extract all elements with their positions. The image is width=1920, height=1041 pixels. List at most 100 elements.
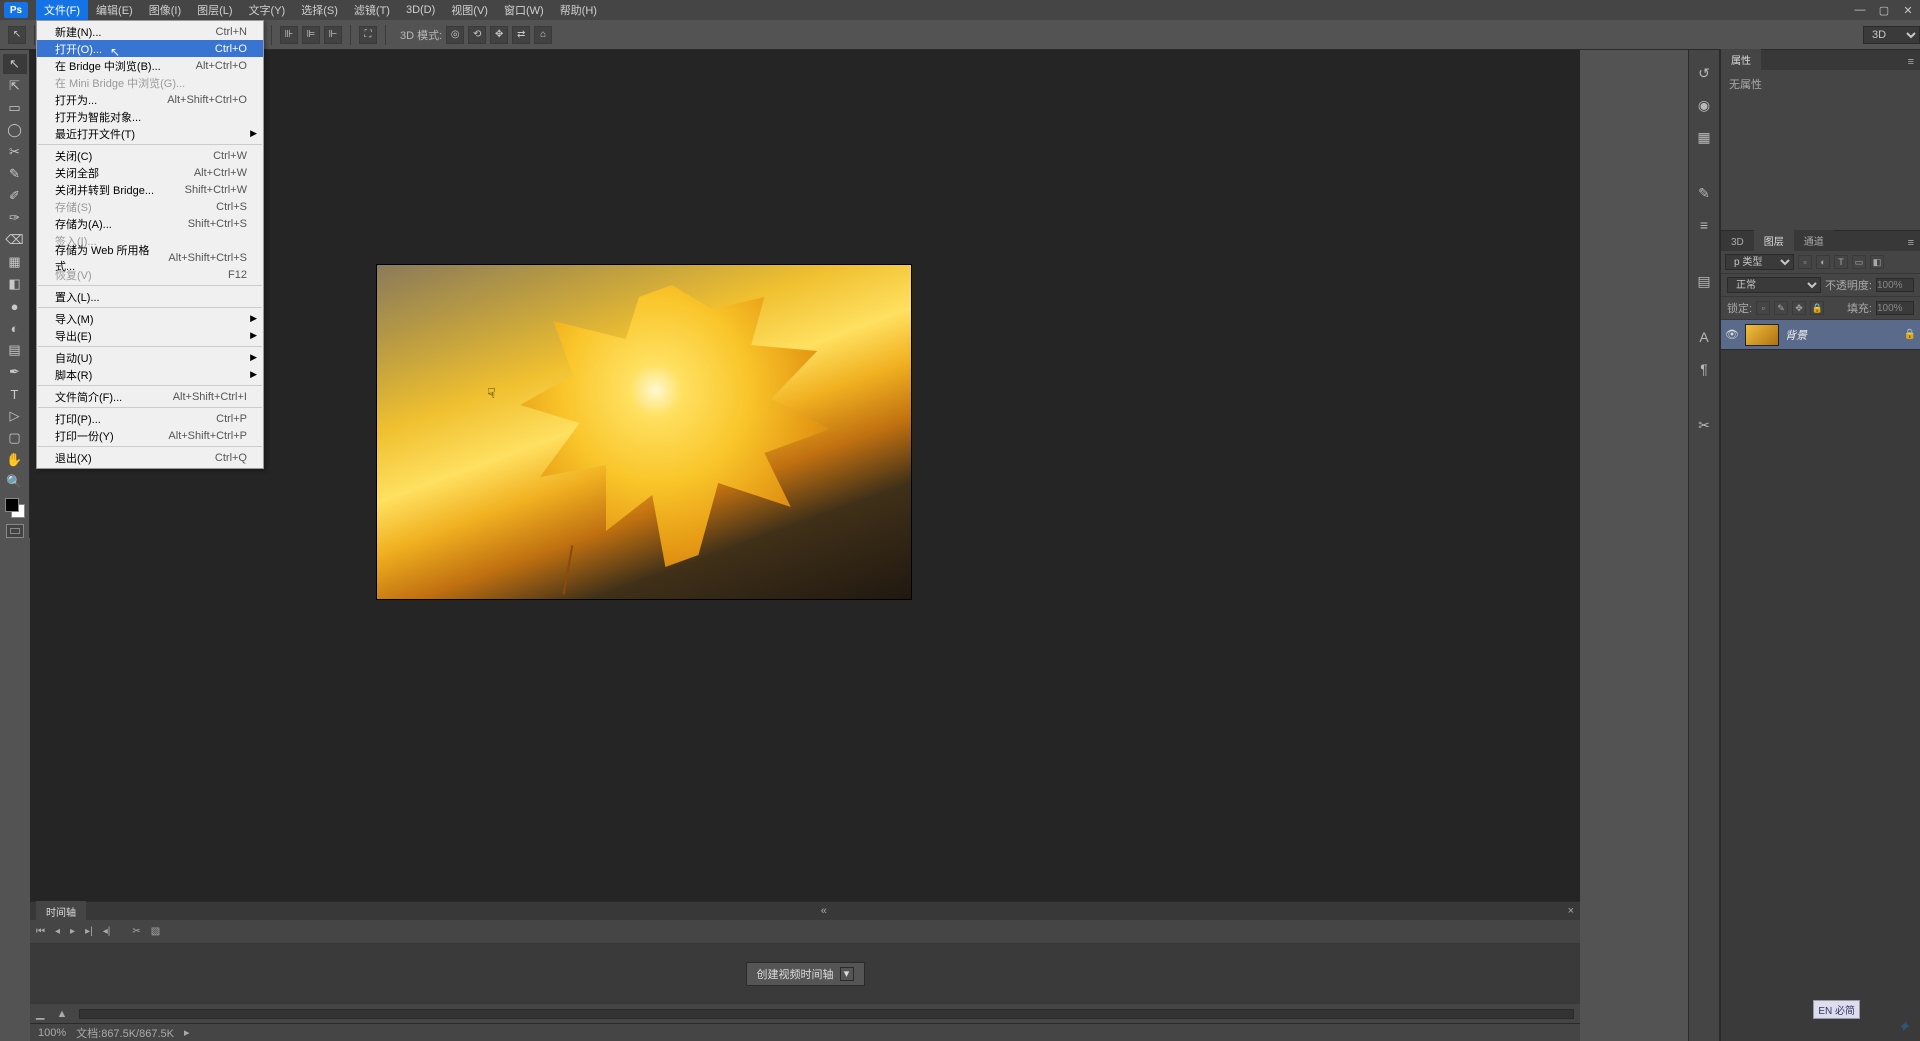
properties-tab[interactable]: 属性 <box>1721 49 1761 70</box>
tool-15[interactable]: T <box>3 384 27 404</box>
maximize-button[interactable]: ▢ <box>1872 1 1896 19</box>
menu-filter[interactable]: 滤镜(T) <box>346 0 398 21</box>
menu-item-c[interactable]: 关闭(C)Ctrl+W <box>37 147 263 164</box>
layer-item-background[interactable]: 👁 背景 🔒 <box>1721 320 1920 350</box>
brush-icon[interactable]: ✎ <box>1694 184 1714 202</box>
menu-item-o[interactable]: 打开(O)...Ctrl+O <box>37 40 263 57</box>
layers-menu-icon[interactable]: ≡ <box>1902 235 1920 251</box>
menu-file[interactable]: 文件(F) <box>36 0 88 21</box>
doc-info[interactable]: 文档:867.5K/867.5K <box>76 1025 174 1041</box>
brush-settings-icon[interactable]: ≡ <box>1694 216 1714 234</box>
menu-item-[interactable]: 打开为智能对象... <box>37 108 263 125</box>
color-icon[interactable]: ◉ <box>1694 96 1714 114</box>
lock-pixel-icon[interactable]: ✎ <box>1774 301 1788 315</box>
menu-item-[interactable]: 打开为...Alt+Shift+Ctrl+O <box>37 91 263 108</box>
3d-slide-icon[interactable]: ⇄ <box>512 26 530 44</box>
blend-mode-select[interactable]: 正常 <box>1727 277 1821 293</box>
3d-roll-icon[interactable]: ⟲ <box>468 26 486 44</box>
opt-icon-dist3[interactable]: ⊩ <box>324 26 342 44</box>
properties-menu-icon[interactable]: ≡ <box>1902 54 1920 70</box>
paragraph-icon[interactable]: ¶ <box>1694 360 1714 378</box>
menu-view[interactable]: 视图(V) <box>443 0 496 21</box>
menu-select[interactable]: 选择(S) <box>293 0 346 21</box>
menu-item-p[interactable]: 打印(P)...Ctrl+P <box>37 410 263 427</box>
lock-all-icon[interactable]: 🔒 <box>1810 301 1824 315</box>
adjustment-icon[interactable]: ✂ <box>1694 416 1714 434</box>
timeline-zoom-in-icon[interactable]: ▲ <box>56 1008 67 1020</box>
filter-smart-icon[interactable]: ◧ <box>1870 255 1884 269</box>
tool-11[interactable]: ● <box>3 296 27 316</box>
opacity-input[interactable] <box>1876 278 1914 292</box>
timeline-close-icon[interactable]: × <box>1562 903 1580 919</box>
dist-h-icon[interactable]: ⊪ <box>280 26 298 44</box>
zoom-level[interactable]: 100% <box>38 1027 66 1039</box>
close-button[interactable]: ✕ <box>1896 1 1920 19</box>
menu-item-m[interactable]: 导入(M)▶ <box>37 310 263 327</box>
3d-zoom-icon[interactable]: ⌂ <box>534 26 552 44</box>
clone-icon[interactable]: ▤ <box>1694 272 1714 290</box>
tool-12[interactable]: ◐ <box>3 318 27 338</box>
menu-3d[interactable]: 3D(D) <box>398 1 443 19</box>
menu-item-u[interactable]: 自动(U)▶ <box>37 349 263 366</box>
menu-item-n[interactable]: 新建(N)...Ctrl+N <box>37 23 263 40</box>
scissors-icon[interactable]: ✂ <box>132 926 140 937</box>
swatches-icon[interactable]: ▦ <box>1694 128 1714 146</box>
color-swatch[interactable] <box>5 498 25 518</box>
menu-item-l[interactable]: 置入(L)... <box>37 288 263 305</box>
filter-pixel-icon[interactable]: ▫ <box>1798 255 1812 269</box>
tool-1[interactable]: ⇱ <box>3 76 27 96</box>
tool-0[interactable]: ↖ <box>3 54 27 74</box>
visibility-icon[interactable]: 👁 <box>1725 328 1739 341</box>
tool-5[interactable]: ✎ <box>3 164 27 184</box>
tool-3[interactable]: ◯ <box>3 120 27 140</box>
create-video-timeline-button[interactable]: 创建视频时间轴 ▾ <box>746 962 865 986</box>
timeline-scrollbar[interactable] <box>79 1009 1574 1019</box>
menu-layer[interactable]: 图层(L) <box>189 0 240 21</box>
tool-8[interactable]: ⌫ <box>3 230 27 250</box>
menu-item-r[interactable]: 脚本(R)▶ <box>37 366 263 383</box>
layer-thumb[interactable] <box>1745 324 1779 346</box>
menu-item-t[interactable]: 最近打开文件(T)▶ <box>37 125 263 142</box>
menu-window[interactable]: 窗口(W) <box>496 0 552 21</box>
timeline-collapse-icon[interactable]: « <box>815 903 833 919</box>
document-canvas[interactable]: ☟ <box>376 264 912 600</box>
next-frame-icon[interactable]: ▸| <box>85 926 93 937</box>
lock-trans-icon[interactable]: ▫ <box>1756 301 1770 315</box>
3d-orbit-icon[interactable]: ◎ <box>446 26 464 44</box>
menu-item-bridgeb[interactable]: 在 Bridge 中浏览(B)...Alt+Ctrl+O <box>37 57 263 74</box>
tool-7[interactable]: ✑ <box>3 208 27 228</box>
fill-input[interactable] <box>1876 301 1914 315</box>
menu-item-a[interactable]: 存储为(A)...Shift+Ctrl+S <box>37 215 263 232</box>
menu-type[interactable]: 文字(Y) <box>241 0 294 21</box>
play-icon[interactable]: ▸ <box>70 926 75 937</box>
tool-17[interactable]: ▢ <box>3 428 27 448</box>
tool-19[interactable]: 🔍 <box>3 472 27 492</box>
tool-9[interactable]: ▦ <box>3 252 27 272</box>
tool-preset-icon[interactable]: ↖ <box>8 26 26 44</box>
doc-info-arrow-icon[interactable]: ▸ <box>184 1026 190 1039</box>
goto-first-icon[interactable]: ⏮ <box>36 926 45 937</box>
foreground-color[interactable] <box>5 498 19 512</box>
character-icon[interactable]: A <box>1694 328 1714 346</box>
create-dropdown-icon[interactable]: ▾ <box>840 967 854 981</box>
layer-kind-select[interactable]: p 类型 <box>1725 254 1794 270</box>
filter-shape-icon[interactable]: ▭ <box>1852 255 1866 269</box>
prev-frame-icon[interactable]: ◂ <box>55 926 60 937</box>
menu-item-f[interactable]: 文件简介(F)...Alt+Shift+Ctrl+I <box>37 388 263 405</box>
tool-2[interactable]: ▭ <box>3 98 27 118</box>
quick-mask-icon[interactable] <box>6 524 24 538</box>
workspace-select[interactable]: 3D <box>1863 26 1920 44</box>
menu-item-e[interactable]: 导出(E)▶ <box>37 327 263 344</box>
minimize-button[interactable]: — <box>1848 1 1872 19</box>
menu-item-web[interactable]: 存储为 Web 所用格式...Alt+Shift+Ctrl+S <box>37 249 263 266</box>
menu-item-x[interactable]: 退出(X)Ctrl+Q <box>37 449 263 466</box>
dist-v-icon[interactable]: ⊫ <box>302 26 320 44</box>
tab-layers[interactable]: 图层 <box>1754 230 1794 251</box>
filter-type-icon[interactable]: T <box>1834 255 1848 269</box>
goto-last-icon[interactable]: ◂| <box>103 926 111 937</box>
tool-14[interactable]: ✒ <box>3 362 27 382</box>
tool-6[interactable]: ✐ <box>3 186 27 206</box>
menu-item-bridge[interactable]: 关闭并转到 Bridge...Shift+Ctrl+W <box>37 181 263 198</box>
tool-13[interactable]: ▤ <box>3 340 27 360</box>
menu-image[interactable]: 图像(I) <box>141 0 189 21</box>
